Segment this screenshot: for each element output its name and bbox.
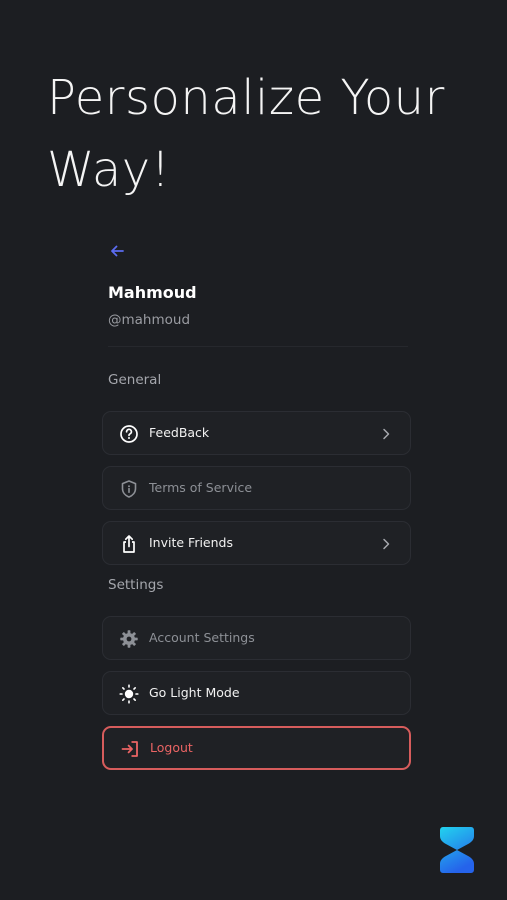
profile-divider (108, 346, 408, 347)
brand-logo-icon (440, 827, 474, 873)
menu-item-terms[interactable]: Terms of Service (102, 466, 411, 510)
menu-item-invite-friends[interactable]: Invite Friends (102, 521, 411, 565)
share-upload-icon (123, 535, 135, 553)
menu-item-account-settings[interactable]: Account Settings (102, 616, 411, 660)
chevron-right-icon (383, 428, 390, 440)
section-title-general: General (108, 372, 162, 388)
menu-item-invite-label: Invite Friends (149, 535, 233, 550)
login-arrow-icon (121, 741, 138, 757)
logout-button[interactable]: Logout (102, 726, 411, 770)
gear-icon (120, 630, 138, 648)
menu-item-terms-label: Terms of Service (149, 480, 253, 495)
menu-item-light-mode[interactable]: Go Light Mode (102, 671, 411, 715)
shield-info-icon (121, 480, 137, 498)
section-title-settings: Settings (108, 577, 164, 593)
profile-name: Mahmoud (108, 283, 197, 302)
chevron-right-icon (383, 538, 390, 550)
logout-label: Logout (150, 740, 193, 755)
question-circle-icon (120, 425, 138, 443)
profile-handle: @mahmoud (108, 312, 191, 328)
menu-item-light-mode-label: Go Light Mode (149, 685, 240, 700)
menu-item-feedback[interactable]: FeedBack (102, 411, 411, 455)
menu-item-account-settings-label: Account Settings (149, 630, 255, 645)
page-headline: Personalize Your Way! (47, 70, 445, 198)
sun-icon (119, 684, 139, 704)
menu-item-feedback-label: FeedBack (149, 425, 210, 440)
arrow-left-icon[interactable] (108, 242, 126, 260)
